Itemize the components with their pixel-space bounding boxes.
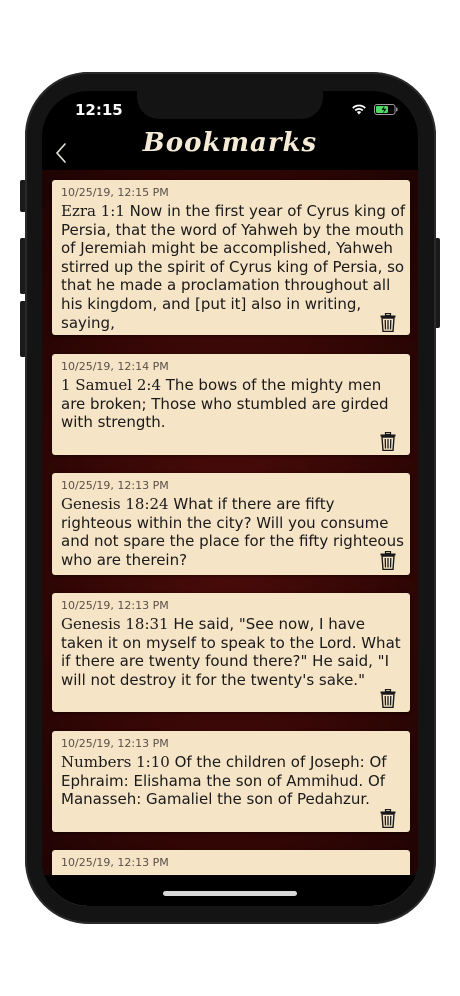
bottom-bar [42,875,418,906]
verse-reference: 1 Samuel 2:4 [61,376,161,394]
trash-icon[interactable] [380,432,396,451]
trash-icon[interactable] [380,551,396,570]
home-indicator[interactable] [163,891,297,896]
bookmark-card[interactable]: 10/25/19, 12:14 PM 1 Samuel 2:4 The bows… [52,354,410,455]
bookmark-verse: 1 Samuel 2:4 The bows of the mighty men … [61,376,407,432]
bookmark-card[interactable]: 10/25/19, 12:13 PM Numbers 1:10 Of the c… [52,731,410,832]
verse-reference: Numbers 1:10 [61,753,170,771]
bookmark-verse: Ezra 1:1 Now in the first year of Cyrus … [61,202,407,332]
bookmark-verse: Genesis 18:24 What if there are fifty ri… [61,495,407,569]
verse-text: Now in the first year of Cyrus king of P… [61,202,406,332]
bookmark-verse: Numbers 1:10 Of the children of Joseph: … [61,753,407,809]
bookmark-card[interactable]: 10/25/19, 12:13 PM Genesis 18:31 He said… [52,593,410,712]
screen: 12:15 Bookmarks 10/25/19, 12:15 PM Ezra … [42,91,418,906]
bookmark-card[interactable]: 10/25/19, 12:15 PM Ezra 1:1 Now in the f… [52,180,410,335]
bookmark-card[interactable]: 10/25/19, 12:13 PM Genesis 18:24 What if… [52,473,410,575]
trash-icon[interactable] [380,313,396,332]
bookmark-date: 10/25/19, 12:15 PM [61,186,169,199]
nav-bar: Bookmarks [42,128,418,170]
bookmark-verse: Genesis 18:31 He said, "See now, I have … [61,615,407,689]
bookmarks-list: 10/25/19, 12:15 PM Ezra 1:1 Now in the f… [42,170,418,906]
trash-icon[interactable] [380,809,396,828]
verse-reference: Ezra 1:1 [61,202,125,220]
verse-reference: Genesis 18:24 [61,495,169,513]
bookmark-date: 10/25/19, 12:13 PM [61,599,169,612]
bookmark-date: 10/25/19, 12:13 PM [61,479,169,492]
verse-reference: Genesis 18:31 [61,615,169,633]
bookmark-date: 10/25/19, 12:13 PM [61,856,169,869]
bookmark-date: 10/25/19, 12:14 PM [61,360,169,373]
wifi-icon [352,104,366,115]
notch [137,91,323,119]
trash-icon[interactable] [380,689,396,708]
battery-icon [374,104,398,115]
status-time: 12:15 [75,101,123,119]
bookmark-date: 10/25/19, 12:13 PM [61,737,169,750]
